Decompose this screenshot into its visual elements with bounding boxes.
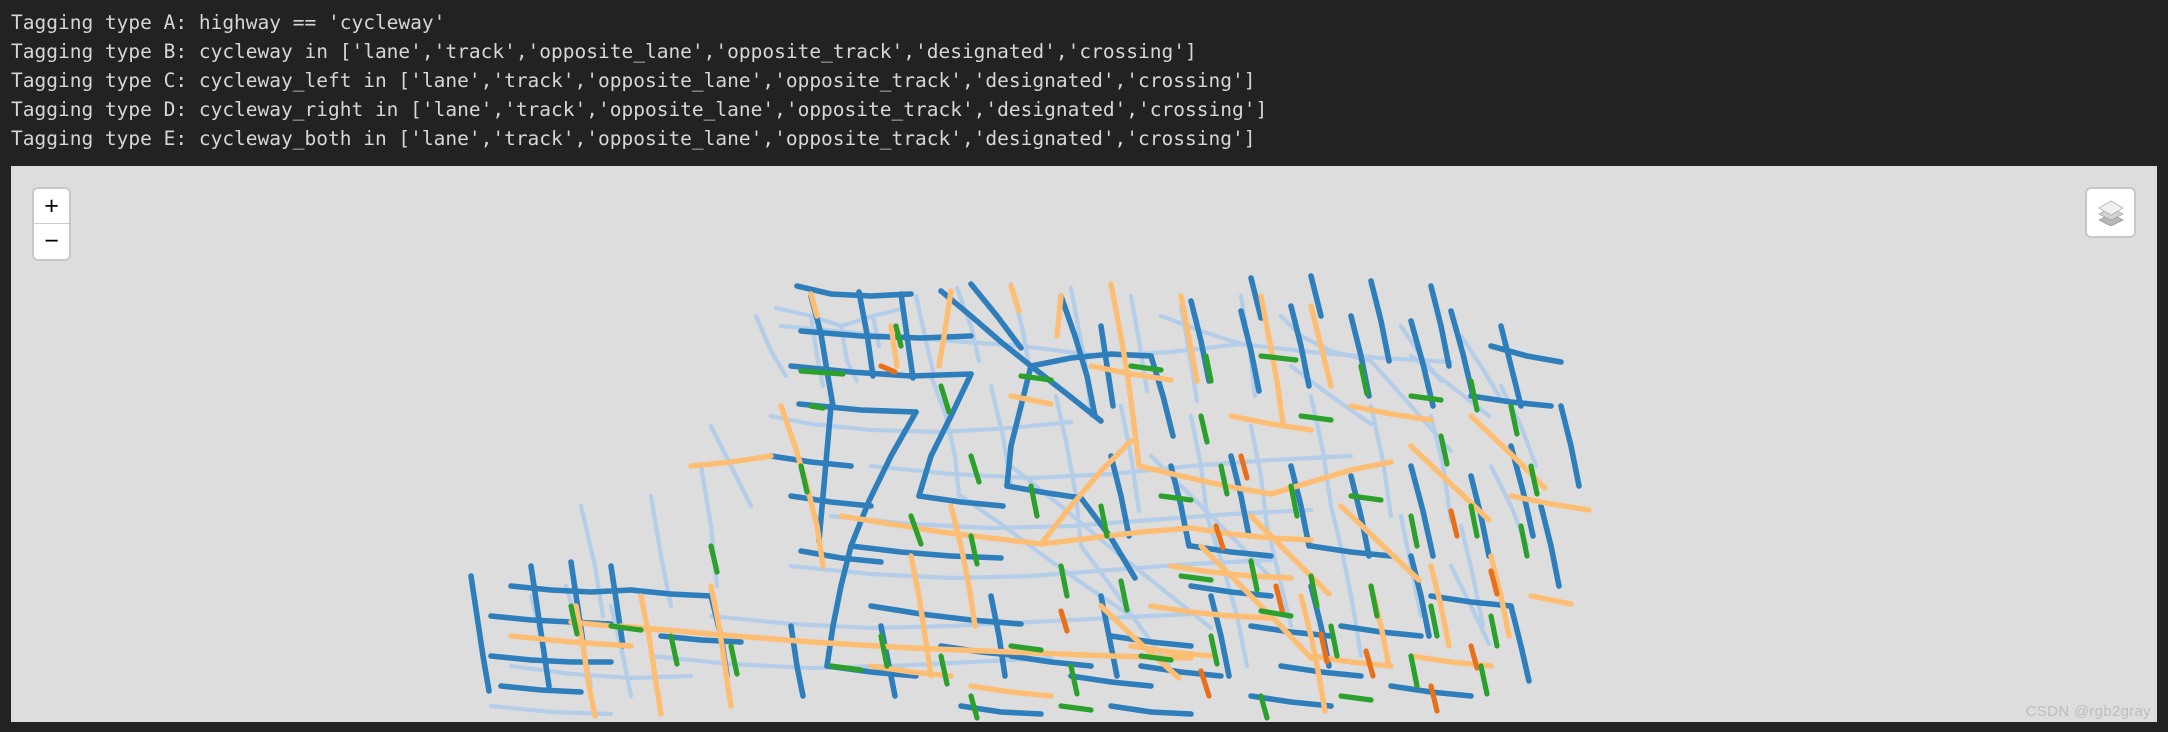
map-zoom-control[interactable]: + − bbox=[32, 187, 71, 261]
map-panel[interactable]: + − CSDN @rgb2gray bbox=[11, 166, 2157, 722]
zoom-in-button[interactable]: + bbox=[34, 189, 69, 224]
layers-stack-icon bbox=[2096, 196, 2126, 230]
map-layers-control-button[interactable] bbox=[2085, 187, 2136, 238]
console-line-a: Tagging type A: highway == 'cycleway' bbox=[11, 11, 446, 34]
console-line-b: Tagging type B: cycleway in ['lane','tra… bbox=[11, 40, 1197, 63]
console-line-d: Tagging type D: cycleway_right in ['lane… bbox=[11, 98, 1268, 121]
console-log-output: Tagging type A: highway == 'cycleway' Ta… bbox=[0, 0, 2168, 160]
zoom-out-button[interactable]: − bbox=[34, 224, 69, 259]
console-line-c: Tagging type C: cycleway_left in ['lane'… bbox=[11, 69, 1256, 92]
map-network-canvas bbox=[468, 273, 1592, 721]
watermark-text: CSDN @rgb2gray bbox=[2025, 703, 2151, 720]
console-line-e: Tagging type E: cycleway_both in ['lane'… bbox=[11, 127, 1256, 150]
